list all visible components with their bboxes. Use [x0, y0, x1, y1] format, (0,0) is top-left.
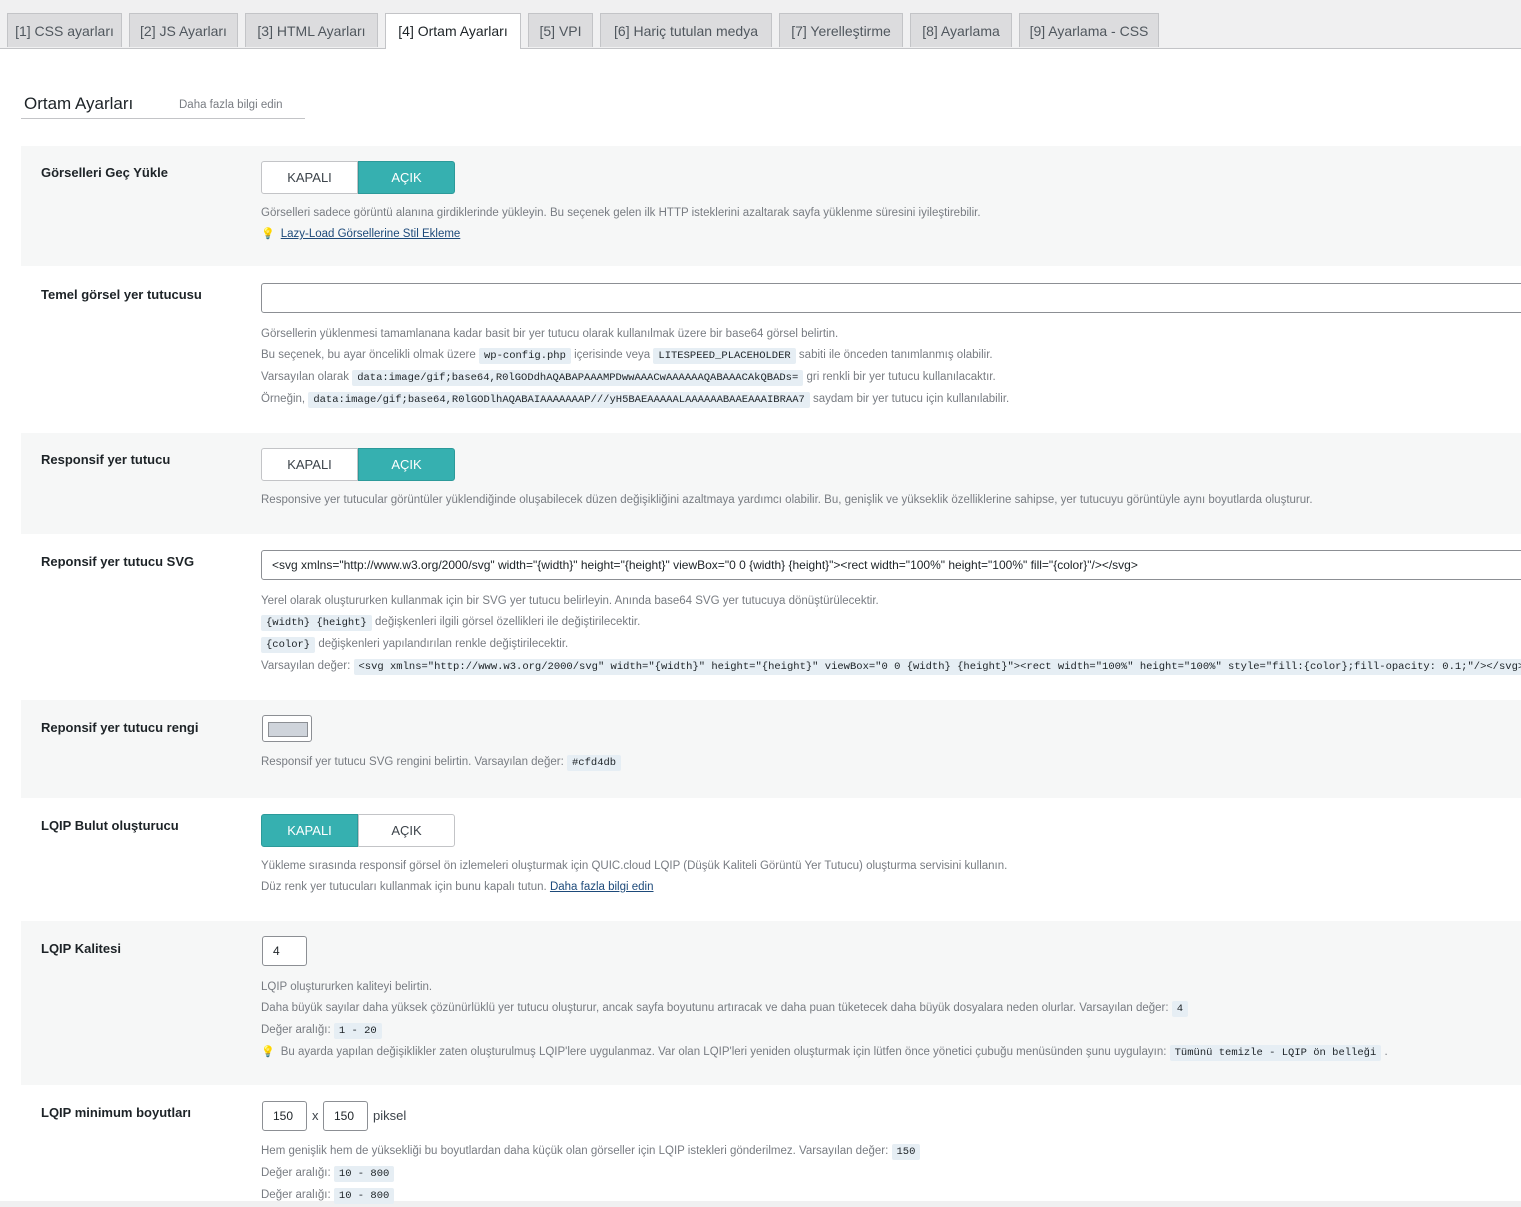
code-snippet: 150 [892, 1144, 921, 1160]
code-snippet: #cfd4db [567, 755, 621, 771]
setting-lqip-quality: LQIP Kalitesi 4 LQIP oluştururken kalite… [21, 921, 1521, 1085]
tab-media-settings[interactable]: [4] Ortam Ayarları [385, 13, 521, 49]
tab-tuning-css[interactable]: [9] Ayarlama - CSS [1019, 13, 1159, 47]
code-snippet: {color} [261, 637, 315, 653]
description-text: Yerel olarak oluştururken kullanmak için… [261, 591, 1521, 612]
setting-responsive-svg: Reponsif yer tutucu SVG <svg xmlns="http… [21, 535, 1521, 700]
tab-media-excludes[interactable]: [6] Hariç tutulan medya [600, 13, 772, 47]
description-text: Yükleme sırasında responsif görsel ön iz… [261, 856, 1007, 877]
setting-description: Görselleri sadece görüntü alanına girdik… [261, 203, 981, 245]
code-snippet: data:image/gif;base64,R0lGODlhAQABAIAAAA… [308, 392, 809, 408]
tab-vpi[interactable]: [5] VPI [528, 13, 593, 47]
setting-lqip-cloud: LQIP Bulut oluşturucu KAPALI AÇIK Yüklem… [21, 798, 1521, 920]
page-title: Ortam Ayarları Daha fazla bilgi edin [21, 94, 305, 119]
setting-label: Temel görsel yer tutucusu [41, 287, 202, 302]
lqip-min-width-input[interactable]: 150 [262, 1101, 307, 1131]
lazy-load-style-link[interactable]: Lazy-Load Görsellerine Stil Ekleme [281, 228, 461, 240]
lqip-quality-input[interactable]: 4 [262, 936, 307, 966]
svg-placeholder-input[interactable]: <svg xmlns="http://www.w3.org/2000/svg" … [261, 550, 1521, 580]
code-snippet: <svg xmlns="http://www.w3.org/2000/svg" … [354, 659, 1521, 675]
unit-label: piksel [373, 1108, 406, 1123]
code-snippet: Tümünü temizle - LQIP ön belleği [1170, 1045, 1382, 1061]
learn-more-link[interactable]: Daha fazla bilgi edin [179, 99, 283, 111]
setting-description: Hem genişlik hem de yüksekliği bu boyutl… [261, 1141, 920, 1207]
toggle-off-button[interactable]: KAPALI [261, 161, 358, 194]
toggle-off-button[interactable]: KAPALI [261, 814, 358, 847]
code-snippet: 10 - 800 [334, 1188, 394, 1204]
setting-description: Responsif yer tutucu SVG rengini belirti… [261, 752, 621, 773]
code-snippet: 10 - 800 [334, 1166, 394, 1182]
setting-label: LQIP minimum boyutları [41, 1105, 191, 1120]
setting-description: Yerel olarak oluştururken kullanmak için… [261, 591, 1521, 678]
setting-label: LQIP Kalitesi [41, 941, 121, 956]
tab-tuning[interactable]: [8] Ayarlama [910, 13, 1012, 47]
description-text: LQIP oluştururken kaliteyi belirtin. [261, 977, 1388, 998]
description-text: Görselleri sadece görüntü alanına girdik… [261, 203, 981, 224]
responsive-toggle: KAPALI AÇIK [261, 448, 456, 481]
setting-description: LQIP oluştururken kaliteyi belirtin. Dah… [261, 977, 1388, 1064]
description-text: Görsellerin yüklenmesi tamamlanana kadar… [261, 324, 1009, 345]
setting-description: Görsellerin yüklenmesi tamamlanana kadar… [261, 324, 1009, 411]
setting-label: Reponsif yer tutucu SVG [41, 554, 194, 569]
setting-description: Responsive yer tutucular görüntüler yükl… [261, 490, 1313, 511]
tab-css-settings[interactable]: [1] CSS ayarları [7, 13, 122, 47]
setting-placeholder: Temel görsel yer tutucusu Görsellerin yü… [21, 268, 1521, 433]
setting-label: Responsif yer tutucu [41, 452, 170, 467]
toggle-off-button[interactable]: KAPALI [261, 448, 358, 481]
lazy-load-toggle: KAPALI AÇIK [261, 161, 456, 194]
toggle-on-button[interactable]: AÇIK [358, 161, 455, 194]
code-snippet: LITESPEED_PLACEHOLDER [653, 348, 795, 364]
page-heading: Ortam Ayarları [24, 94, 133, 114]
lightbulb-icon: 💡 [261, 228, 275, 240]
learn-more-link[interactable]: Daha fazla bilgi edin [550, 881, 654, 893]
code-snippet: data:image/gif;base64,R0lGODdhAQABAPAAAM… [352, 370, 803, 386]
code-snippet: wp-config.php [479, 348, 571, 364]
toggle-on-button[interactable]: AÇIK [358, 814, 455, 847]
placeholder-input[interactable] [261, 283, 1521, 313]
setting-label: LQIP Bulut oluşturucu [41, 818, 179, 833]
setting-placeholder-color: Reponsif yer tutucu rengi Responsif yer … [21, 700, 1521, 798]
code-snippet: {width} {height} [261, 615, 372, 631]
description-text: Responsive yer tutucular görüntüler yükl… [261, 490, 1313, 511]
setting-description: Yükleme sırasında responsif görsel ön iz… [261, 856, 1007, 898]
color-picker[interactable] [262, 715, 312, 742]
tab-bar: [1] CSS ayarları [2] JS Ayarları [3] HTM… [0, 0, 1521, 49]
tab-js-settings[interactable]: [2] JS Ayarları [129, 13, 238, 47]
code-snippet: 1 - 20 [334, 1023, 382, 1039]
lightbulb-icon: 💡 [261, 1046, 275, 1058]
setting-responsive-placeholder: Responsif yer tutucu KAPALI AÇIK Respons… [21, 433, 1521, 534]
setting-label: Reponsif yer tutucu rengi [41, 720, 198, 735]
color-swatch [268, 722, 308, 737]
setting-lazy-load: Görselleri Geç Yükle KAPALI AÇIK Görsell… [21, 146, 1521, 266]
setting-lqip-min-dimensions: LQIP minimum boyutları 150 x 150 piksel … [21, 1086, 1521, 1201]
code-snippet: 4 [1172, 1001, 1188, 1017]
lqip-cloud-toggle: KAPALI AÇIK [261, 814, 456, 847]
setting-label: Görselleri Geç Yükle [41, 165, 168, 180]
tab-html-settings[interactable]: [3] HTML Ayarları [245, 13, 378, 47]
toggle-on-button[interactable]: AÇIK [358, 448, 455, 481]
settings-panel: Ortam Ayarları Daha fazla bilgi edin Gör… [0, 49, 1521, 1201]
lqip-min-height-input[interactable]: 150 [323, 1101, 368, 1131]
dimension-separator: x [312, 1108, 319, 1123]
tab-localization[interactable]: [7] Yerelleştirme [779, 13, 903, 47]
